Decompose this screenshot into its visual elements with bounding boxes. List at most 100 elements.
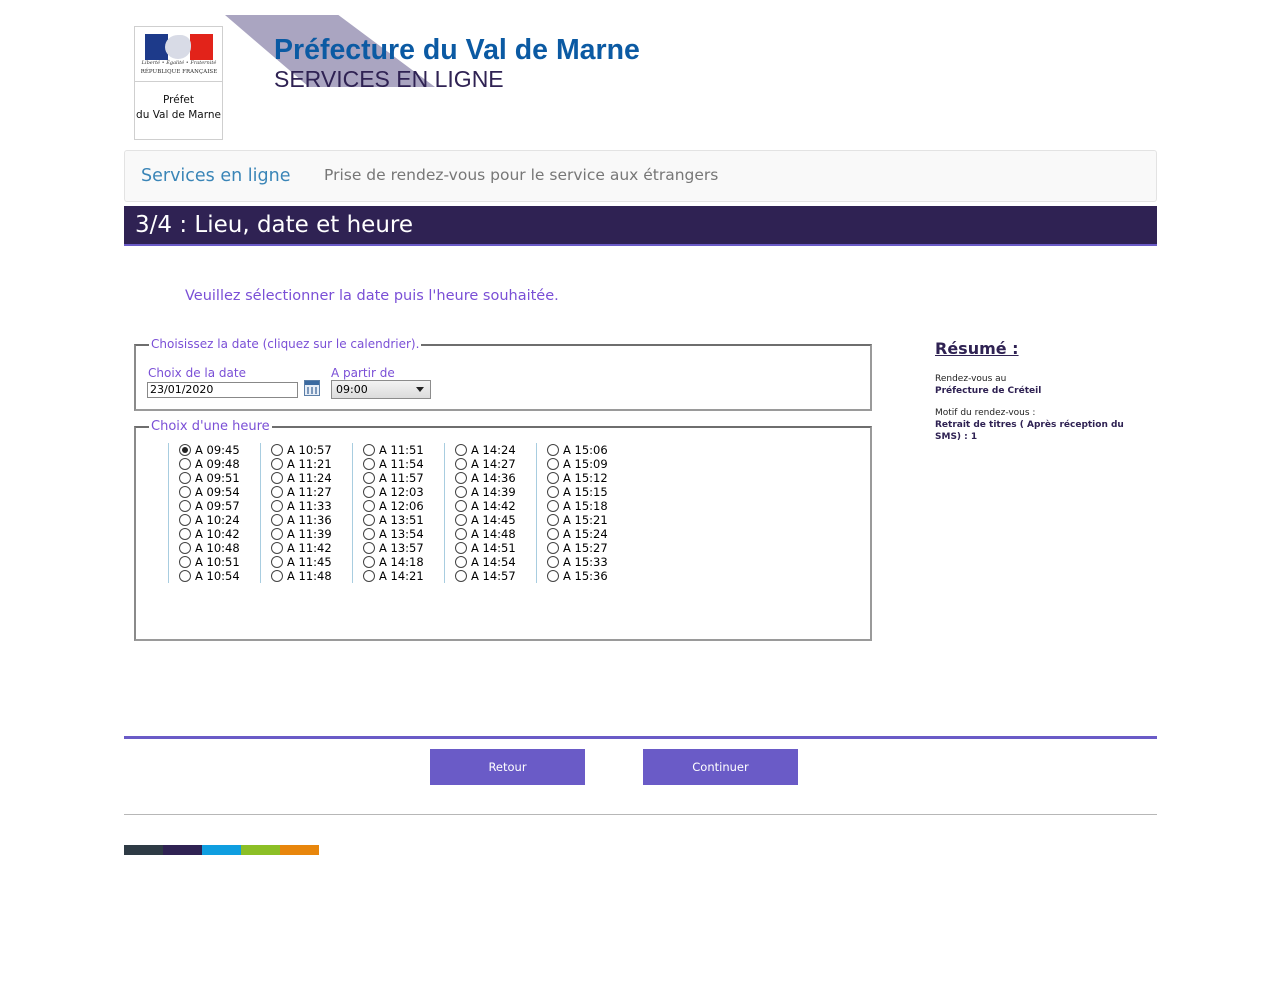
hour-option[interactable]: A 10:57 xyxy=(271,443,352,457)
hour-option[interactable]: A 11:42 xyxy=(271,541,352,555)
radio-button[interactable] xyxy=(455,570,467,582)
hour-option[interactable]: A 13:51 xyxy=(363,513,444,527)
radio-button[interactable] xyxy=(363,556,375,568)
date-input[interactable]: 23/01/2020 xyxy=(147,382,298,398)
radio-button[interactable] xyxy=(455,542,467,554)
hour-option[interactable]: A 15:36 xyxy=(547,569,628,583)
hour-option[interactable]: A 14:18 xyxy=(363,555,444,569)
radio-button[interactable] xyxy=(547,486,559,498)
radio-button[interactable] xyxy=(179,542,191,554)
radio-button[interactable] xyxy=(547,542,559,554)
radio-button[interactable] xyxy=(455,458,467,470)
radio-button[interactable] xyxy=(363,500,375,512)
radio-button[interactable] xyxy=(455,500,467,512)
hour-option[interactable]: A 15:12 xyxy=(547,471,628,485)
hour-option[interactable]: A 11:33 xyxy=(271,499,352,513)
hour-option[interactable]: A 14:21 xyxy=(363,569,444,583)
radio-button[interactable] xyxy=(179,444,191,456)
radio-button[interactable] xyxy=(363,458,375,470)
radio-button[interactable] xyxy=(179,500,191,512)
radio-button[interactable] xyxy=(455,528,467,540)
hour-option[interactable]: A 09:45 xyxy=(179,443,260,457)
radio-button[interactable] xyxy=(363,542,375,554)
hour-option[interactable]: A 11:54 xyxy=(363,457,444,471)
hour-option[interactable]: A 13:57 xyxy=(363,541,444,555)
radio-button[interactable] xyxy=(271,514,283,526)
hour-option[interactable]: A 11:24 xyxy=(271,471,352,485)
radio-button[interactable] xyxy=(455,486,467,498)
radio-button[interactable] xyxy=(363,528,375,540)
radio-button[interactable] xyxy=(271,500,283,512)
radio-button[interactable] xyxy=(179,472,191,484)
hour-option[interactable]: A 14:45 xyxy=(455,513,536,527)
hour-option[interactable]: A 11:45 xyxy=(271,555,352,569)
radio-button[interactable] xyxy=(179,458,191,470)
hour-option[interactable]: A 11:39 xyxy=(271,527,352,541)
hour-option[interactable]: A 14:42 xyxy=(455,499,536,513)
hour-option[interactable]: A 14:51 xyxy=(455,541,536,555)
hour-option[interactable]: A 11:51 xyxy=(363,443,444,457)
hour-option[interactable]: A 12:03 xyxy=(363,485,444,499)
hour-option[interactable]: A 14:54 xyxy=(455,555,536,569)
radio-button[interactable] xyxy=(455,556,467,568)
hour-option[interactable]: A 11:27 xyxy=(271,485,352,499)
radio-button[interactable] xyxy=(363,514,375,526)
radio-button[interactable] xyxy=(271,458,283,470)
hour-option[interactable]: A 12:06 xyxy=(363,499,444,513)
hour-option[interactable]: A 15:18 xyxy=(547,499,628,513)
back-button[interactable]: Retour xyxy=(430,749,585,785)
radio-button[interactable] xyxy=(363,486,375,498)
radio-button[interactable] xyxy=(547,514,559,526)
radio-button[interactable] xyxy=(363,570,375,582)
hour-option[interactable]: A 15:21 xyxy=(547,513,628,527)
hour-option[interactable]: A 14:48 xyxy=(455,527,536,541)
radio-button[interactable] xyxy=(363,472,375,484)
from-time-select[interactable]: 09:00 xyxy=(331,380,431,399)
hour-option[interactable]: A 10:51 xyxy=(179,555,260,569)
radio-button[interactable] xyxy=(455,514,467,526)
hour-option[interactable]: A 09:51 xyxy=(179,471,260,485)
radio-button[interactable] xyxy=(547,556,559,568)
hour-option[interactable]: A 15:33 xyxy=(547,555,628,569)
hour-option[interactable]: A 09:48 xyxy=(179,457,260,471)
radio-button[interactable] xyxy=(271,472,283,484)
hour-option[interactable]: A 15:15 xyxy=(547,485,628,499)
hour-option[interactable]: A 14:36 xyxy=(455,471,536,485)
radio-button[interactable] xyxy=(455,444,467,456)
hour-option[interactable]: A 15:06 xyxy=(547,443,628,457)
radio-button[interactable] xyxy=(271,542,283,554)
hour-option[interactable]: A 15:27 xyxy=(547,541,628,555)
hour-option[interactable]: A 11:57 xyxy=(363,471,444,485)
radio-button[interactable] xyxy=(271,444,283,456)
nav-brand-link[interactable]: Services en ligne xyxy=(141,166,290,186)
hour-option[interactable]: A 11:21 xyxy=(271,457,352,471)
radio-button[interactable] xyxy=(547,570,559,582)
hour-option[interactable]: A 11:36 xyxy=(271,513,352,527)
hour-option[interactable]: A 11:48 xyxy=(271,569,352,583)
continue-button[interactable]: Continuer xyxy=(643,749,798,785)
radio-button[interactable] xyxy=(179,486,191,498)
hour-option[interactable]: A 09:57 xyxy=(179,499,260,513)
radio-button[interactable] xyxy=(547,528,559,540)
hour-option[interactable]: A 14:27 xyxy=(455,457,536,471)
radio-button[interactable] xyxy=(271,556,283,568)
radio-button[interactable] xyxy=(547,472,559,484)
radio-button[interactable] xyxy=(271,486,283,498)
radio-button[interactable] xyxy=(179,528,191,540)
hour-option[interactable]: A 10:24 xyxy=(179,513,260,527)
radio-button[interactable] xyxy=(179,570,191,582)
hour-option[interactable]: A 10:54 xyxy=(179,569,260,583)
calendar-icon[interactable] xyxy=(304,380,320,396)
radio-button[interactable] xyxy=(271,528,283,540)
hour-option[interactable]: A 14:39 xyxy=(455,485,536,499)
hour-option[interactable]: A 10:48 xyxy=(179,541,260,555)
radio-button[interactable] xyxy=(455,472,467,484)
hour-option[interactable]: A 15:24 xyxy=(547,527,628,541)
radio-button[interactable] xyxy=(363,444,375,456)
hour-option[interactable]: A 15:09 xyxy=(547,457,628,471)
radio-button[interactable] xyxy=(547,444,559,456)
radio-button[interactable] xyxy=(547,458,559,470)
hour-option[interactable]: A 09:54 xyxy=(179,485,260,499)
radio-button[interactable] xyxy=(547,500,559,512)
radio-button[interactable] xyxy=(271,570,283,582)
